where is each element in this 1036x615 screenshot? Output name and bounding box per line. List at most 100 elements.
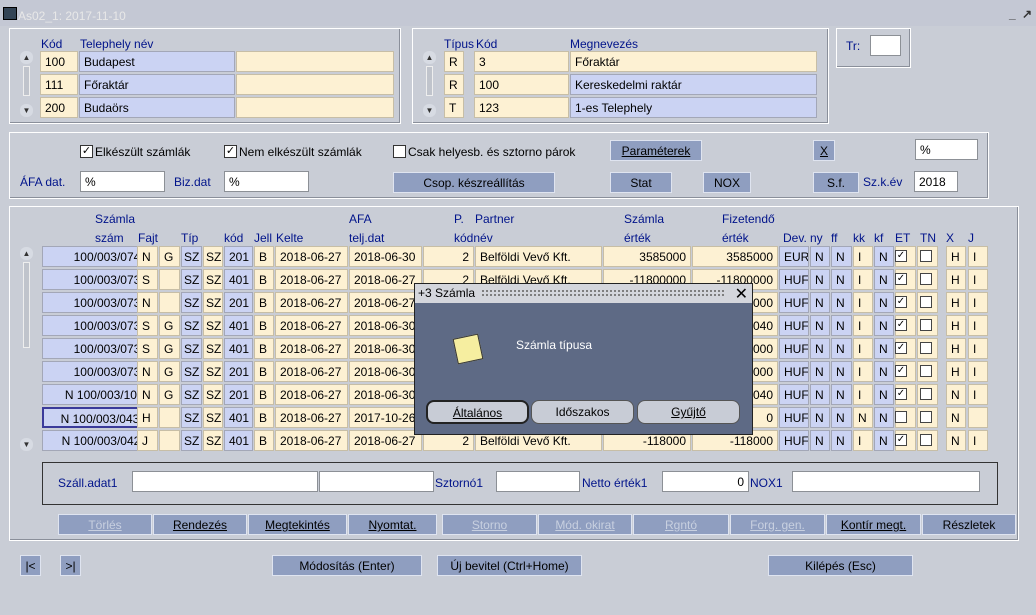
cell-fajt[interactable]: H — [137, 407, 158, 428]
cell-g[interactable]: G — [159, 246, 180, 267]
checkbox-nem-elkeszult[interactable]: ✓ — [224, 145, 237, 158]
cell-ny[interactable]: N — [810, 269, 830, 290]
cell-kk[interactable]: I — [853, 338, 873, 359]
cell-ff[interactable]: N — [831, 338, 852, 359]
cell-sz[interactable]: SZ — [203, 315, 223, 336]
cell-kf[interactable]: N — [874, 338, 894, 359]
checkbox-et[interactable]: ✓ — [895, 434, 907, 446]
cell-ertek[interactable]: 3585000 — [603, 246, 691, 267]
rgnto-button[interactable]: Rgntó — [633, 514, 729, 535]
cell-kelte[interactable]: 2018-06-27 — [275, 384, 348, 405]
cell-fajt[interactable]: N — [137, 246, 158, 267]
scroll-up-icon[interactable]: ▲ — [423, 51, 436, 64]
cell-g[interactable]: G — [159, 361, 180, 382]
cell-kod[interactable]: 201 — [224, 361, 253, 382]
cell-kf[interactable]: N — [874, 361, 894, 382]
checkbox-et[interactable]: ✓ — [895, 250, 907, 262]
site-extra-field[interactable] — [236, 97, 394, 118]
cell-j[interactable] — [968, 407, 988, 428]
cell-tip[interactable]: SZ — [181, 315, 202, 336]
cell-kod[interactable]: 401 — [224, 338, 253, 359]
cell-g[interactable] — [159, 292, 180, 313]
cell-tip[interactable]: SZ — [181, 246, 202, 267]
checkbox-et[interactable]: ✓ — [895, 273, 907, 285]
torles-button[interactable]: Törlés — [58, 514, 152, 535]
cell-ny[interactable]: N — [810, 361, 830, 382]
cell-sz[interactable]: SZ — [203, 384, 223, 405]
type-tipus-field[interactable]: R — [444, 74, 464, 95]
cell-tip[interactable]: SZ — [181, 361, 202, 382]
cell-tip[interactable]: SZ — [181, 407, 202, 428]
type-scrollbar[interactable] — [426, 66, 433, 96]
cell-dev[interactable]: HUF — [779, 384, 809, 405]
site-kod-field[interactable]: 111 — [40, 74, 78, 95]
checkbox-elkeszult[interactable]: ✓ — [80, 145, 93, 158]
checkbox-tn[interactable] — [920, 296, 932, 308]
cell-jell[interactable]: B — [254, 315, 274, 336]
cell-telj[interactable]: 2018-06-30 — [349, 384, 422, 405]
cell-tip[interactable]: SZ — [181, 292, 202, 313]
minimize-icon[interactable]: _ — [1009, 7, 1016, 21]
cell-kod[interactable]: 401 — [224, 430, 253, 451]
cell-dev[interactable]: HUF — [779, 315, 809, 336]
cell-jell[interactable]: B — [254, 430, 274, 451]
cell-szam[interactable]: N 100/003/0429 — [42, 430, 152, 451]
cell-kf[interactable]: N — [874, 292, 894, 313]
cell-kk[interactable]: N — [853, 407, 873, 428]
cell-dev[interactable]: HUF — [779, 407, 809, 428]
cell-kk[interactable]: I — [853, 269, 873, 290]
cell-ff[interactable]: N — [831, 269, 852, 290]
scroll-up-icon[interactable]: ▲ — [20, 247, 33, 260]
cell-ny[interactable]: N — [810, 315, 830, 336]
cell-kod[interactable]: 401 — [224, 407, 253, 428]
checkbox-csak-helyesb[interactable] — [393, 145, 406, 158]
cell-telj[interactable]: 2018-06-27 — [349, 292, 422, 313]
szall-adat-field[interactable] — [132, 471, 318, 492]
cell-j[interactable]: I — [968, 338, 988, 359]
cell-szam[interactable]: 100/003/0739 — [42, 269, 152, 290]
cell-jell[interactable]: B — [254, 338, 274, 359]
cell-ny[interactable]: N — [810, 430, 830, 451]
cell-kod[interactable]: 401 — [224, 269, 253, 290]
cell-x[interactable]: H — [946, 269, 966, 290]
cell-g[interactable]: G — [159, 384, 180, 405]
checkbox-tn[interactable] — [920, 388, 932, 400]
type-kod-field[interactable]: 100 — [474, 74, 569, 95]
type-name-field[interactable]: 1-es Telephely — [570, 97, 817, 118]
cell-kod[interactable]: 201 — [224, 292, 253, 313]
cell-telj[interactable]: 2018-06-30 — [349, 338, 422, 359]
type-kod-field[interactable]: 123 — [474, 97, 569, 118]
cell-j[interactable]: I — [968, 246, 988, 267]
idoszakos-button[interactable]: Időszakos — [531, 400, 634, 424]
site-scrollbar[interactable] — [23, 66, 30, 96]
cell-kelte[interactable]: 2018-06-27 — [275, 269, 348, 290]
type-tipus-field[interactable]: T — [444, 97, 464, 118]
csop-keszreallitas-button[interactable]: Csop. készreállítás — [393, 172, 555, 193]
cell-kk[interactable]: I — [853, 361, 873, 382]
cell-telj[interactable]: 2018-06-27 — [349, 430, 422, 451]
cell-x[interactable]: H — [946, 292, 966, 313]
cell-jell[interactable]: B — [254, 269, 274, 290]
cell-dev[interactable]: HUF — [779, 269, 809, 290]
cell-tip[interactable]: SZ — [181, 269, 202, 290]
cell-ny[interactable]: N — [810, 292, 830, 313]
cell-telj[interactable]: 2017-10-26 — [349, 407, 422, 428]
x-button[interactable]: X — [813, 140, 835, 161]
cell-kelte[interactable]: 2018-06-27 — [275, 430, 348, 451]
cell-kod[interactable]: 401 — [224, 315, 253, 336]
cell-fajt[interactable]: S — [137, 269, 158, 290]
kontir-button[interactable]: Kontír megt. — [826, 514, 921, 535]
parameterek-button[interactable]: Paraméterek — [610, 140, 702, 161]
cell-dev[interactable]: HUF — [779, 430, 809, 451]
cell-ny[interactable]: N — [810, 338, 830, 359]
cell-ff[interactable]: N — [831, 315, 852, 336]
checkbox-et[interactable]: ✓ — [895, 342, 907, 354]
cell-j[interactable]: I — [968, 361, 988, 382]
checkbox-et[interactable]: ✓ — [895, 319, 907, 331]
cell-x[interactable]: N — [946, 430, 966, 451]
szkev-field[interactable]: 2018 — [914, 171, 958, 192]
cell-x[interactable]: H — [946, 315, 966, 336]
scroll-down-icon[interactable]: ▼ — [20, 104, 33, 117]
altalanos-button[interactable]: Általános — [426, 400, 529, 424]
checkbox-et[interactable]: ✓ — [895, 388, 907, 400]
